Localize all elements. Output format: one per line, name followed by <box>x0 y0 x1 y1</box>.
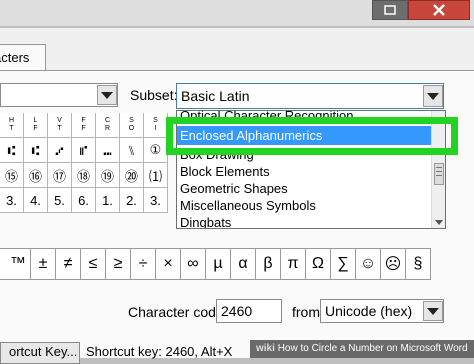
scrollbar-thumb[interactable] <box>434 163 444 185</box>
symbol-cell[interactable]: F F <box>72 113 96 138</box>
symbol-cell[interactable]: 4. <box>24 188 48 213</box>
subset-option[interactable]: Optical Character Recognition <box>180 111 353 124</box>
symbol-cell[interactable]: 6. <box>72 188 96 213</box>
symbol-cell[interactable]: ⑮ <box>0 163 24 188</box>
symbol-cell[interactable]: ⑆ <box>24 138 48 163</box>
watermark-text: How to Circle a Number on Microsoft Word <box>277 343 468 354</box>
from-dropdown-button[interactable] <box>423 301 443 321</box>
shortcut-key-text: Shortcut key: 2460, Alt+X <box>86 344 233 359</box>
subset-label: Subset: <box>130 87 178 103</box>
subset-dropdown-button[interactable] <box>423 85 443 107</box>
from-value: Unicode (hex) <box>325 303 413 319</box>
chevron-down-icon <box>427 307 439 315</box>
character-code-input[interactable]: 2460 <box>216 299 282 323</box>
recent-symbol-cell[interactable]: ™ <box>6 248 31 280</box>
symbol-cell[interactable]: C R <box>96 113 120 138</box>
symbol-cell[interactable]: ⑱ <box>72 163 96 188</box>
recent-symbol-cell[interactable]: ≥ <box>106 248 131 280</box>
title-bar <box>0 0 474 26</box>
symbol-cell[interactable]: ⑈ <box>72 138 96 163</box>
recent-symbol-cell[interactable]: ☺ <box>356 248 381 280</box>
maximize-button[interactable] <box>372 0 408 20</box>
symbol-cell[interactable]: 1. <box>96 188 120 213</box>
subset-dropdown-list[interactable]: Optical Character Recognition Enclosed A… <box>176 110 446 229</box>
symbol-cell[interactable]: 2. <box>120 188 144 213</box>
recent-symbol-cell[interactable]: ≠ <box>56 248 81 280</box>
recent-symbol-cell[interactable]: × <box>156 248 181 280</box>
symbol-cell[interactable]: L F <box>24 113 48 138</box>
recent-symbol-cell[interactable]: ± <box>31 248 56 280</box>
recent-symbol-cell[interactable]: ≤ <box>81 248 106 280</box>
subset-option[interactable]: Geometric Shapes <box>180 180 288 197</box>
symbol-cell[interactable]: ① <box>144 138 168 163</box>
recent-symbol-cell[interactable]: ÷ <box>131 248 156 280</box>
font-select[interactable] <box>0 83 118 107</box>
symbol-cell[interactable]: ⑆ <box>0 138 24 163</box>
symbol-cell[interactable]: ⑴ <box>144 163 168 188</box>
symbol-cell[interactable]: ⑊ <box>120 138 144 163</box>
close-icon <box>433 4 445 16</box>
recent-symbol-cell[interactable]: β <box>256 248 281 280</box>
symbol-cell[interactable]: 5. <box>48 188 72 213</box>
shortcut-key-button[interactable]: ortcut Key... <box>0 342 80 364</box>
subset-option[interactable]: Box Drawing <box>180 146 254 163</box>
recent-symbol-cell[interactable]: ∞ <box>181 248 206 280</box>
recent-symbol-cell[interactable]: ∑ <box>331 248 356 280</box>
tab-label: acters <box>0 50 30 65</box>
recent-symbol-cell[interactable]: α <box>231 248 256 280</box>
dropdown-scrollbar[interactable] <box>431 111 445 228</box>
recent-symbol-cell[interactable]: π <box>281 248 306 280</box>
symbol-cell[interactable]: H T <box>0 113 24 138</box>
subset-value: Basic Latin <box>181 88 250 104</box>
font-dropdown-button[interactable] <box>97 85 117 105</box>
symbol-cell[interactable]: ⑉ <box>96 138 120 163</box>
recent-symbol-cell[interactable]: § <box>406 248 431 280</box>
close-button[interactable] <box>408 0 470 20</box>
chevron-down-icon <box>427 92 439 100</box>
subset-option-selected[interactable]: Enclosed Alphanumerics <box>177 126 432 145</box>
tab-special-characters[interactable]: acters <box>0 44 46 70</box>
recent-symbol-cell[interactable]: ☹ <box>381 248 406 280</box>
character-code-label: Character code: <box>128 304 228 320</box>
subset-option[interactable]: Dingbats <box>180 214 231 228</box>
from-select[interactable]: Unicode (hex) <box>320 299 444 323</box>
recent-symbol-cell[interactable]: µ <box>206 248 231 280</box>
symbol-cell[interactable]: ⑲ <box>96 163 120 188</box>
watermark-brand: wiki <box>256 343 275 354</box>
restore-icon <box>384 5 396 15</box>
subset-option[interactable]: Block Elements <box>180 163 270 180</box>
subset-option[interactable]: Miscellaneous Symbols <box>180 197 316 214</box>
chevron-down-icon <box>101 91 113 99</box>
symbol-cell[interactable]: 3. <box>0 188 24 213</box>
symbol-cell[interactable]: ⑳ <box>120 163 144 188</box>
symbol-cell[interactable]: V T <box>48 113 72 138</box>
recent-symbol-cell[interactable]: Ω <box>306 248 331 280</box>
symbol-cell[interactable]: ⑇ <box>48 138 72 163</box>
subset-select[interactable]: Basic Latin <box>176 83 444 109</box>
watermark: wiki How to Circle a Number on Microsoft… <box>250 340 474 358</box>
symbol-cell[interactable]: S I <box>144 113 168 138</box>
scroll-down-icon[interactable] <box>435 220 443 225</box>
symbol-cell[interactable]: ⑰ <box>48 163 72 188</box>
symbol-cell[interactable]: ⑯ <box>24 163 48 188</box>
symbol-cell[interactable]: S O <box>120 113 144 138</box>
symbol-cell[interactable]: 3. <box>144 188 168 213</box>
